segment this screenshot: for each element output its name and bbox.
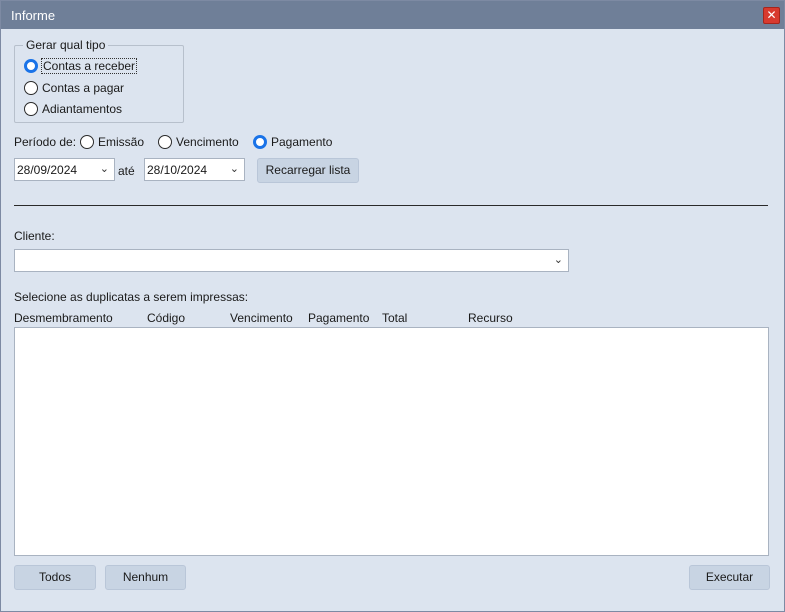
window-title: Informe <box>11 8 56 23</box>
periodo-label: Período de: <box>14 135 77 149</box>
col-header-vencimento[interactable]: Vencimento <box>230 311 293 325</box>
radio-vencimento[interactable]: Vencimento <box>158 134 239 150</box>
chevron-down-icon[interactable]: ⌄ <box>554 253 563 266</box>
radio-vencimento-indicator[interactable] <box>158 135 172 149</box>
radio-vencimento-label[interactable]: Vencimento <box>176 135 239 149</box>
duplicatas-label: Selecione as duplicatas a serem impressa… <box>14 290 249 304</box>
todos-button[interactable]: Todos <box>14 565 96 590</box>
radio-emissao-indicator[interactable] <box>80 135 94 149</box>
chevron-down-icon[interactable]: ⌄ <box>100 162 109 175</box>
radio-emissao-label[interactable]: Emissão <box>98 135 144 149</box>
duplicatas-list[interactable] <box>14 327 769 556</box>
radio-adiantamentos-indicator[interactable] <box>24 102 38 116</box>
radio-emissao[interactable]: Emissão <box>80 134 144 150</box>
ate-label: até <box>118 164 135 178</box>
radio-contas-receber[interactable]: Contas a receber <box>24 58 138 74</box>
radio-adiantamentos-label[interactable]: Adiantamentos <box>42 102 122 116</box>
date-from-picker[interactable]: 28/09/2024 ⌄ <box>14 158 115 181</box>
radio-pagamento-label[interactable]: Pagamento <box>271 135 332 149</box>
col-header-total[interactable]: Total <box>382 311 407 325</box>
date-from-value[interactable]: 28/09/2024 <box>17 163 77 177</box>
radio-contas-pagar-label[interactable]: Contas a pagar <box>42 81 124 95</box>
date-to-value[interactable]: 28/10/2024 <box>147 163 207 177</box>
informe-window: Informe ✕ Gerar qual tipo Contas a receb… <box>0 0 785 612</box>
radio-contas-pagar[interactable]: Contas a pagar <box>24 80 124 96</box>
col-header-codigo[interactable]: Código <box>147 311 185 325</box>
separator-line <box>14 205 768 206</box>
col-header-desmembramento[interactable]: Desmembramento <box>14 311 113 325</box>
date-to-picker[interactable]: 28/10/2024 ⌄ <box>144 158 245 181</box>
chevron-down-icon[interactable]: ⌄ <box>230 162 239 175</box>
radio-adiantamentos[interactable]: Adiantamentos <box>24 101 122 117</box>
radio-contas-receber-label[interactable]: Contas a receber <box>40 58 138 74</box>
title-bar: Informe ✕ <box>1 1 784 29</box>
radio-contas-pagar-indicator[interactable] <box>24 81 38 95</box>
radio-pagamento-indicator[interactable] <box>253 135 267 149</box>
cliente-label: Cliente: <box>14 229 55 243</box>
report-type-legend: Gerar qual tipo <box>23 38 109 52</box>
radio-contas-receber-indicator[interactable] <box>24 59 38 73</box>
duplicatas-header: Desmembramento Código Vencimento Pagamen… <box>14 311 768 325</box>
col-header-pagamento[interactable]: Pagamento <box>308 311 369 325</box>
nenhum-button[interactable]: Nenhum <box>105 565 186 590</box>
reload-list-button[interactable]: Recarregar lista <box>257 158 359 183</box>
cliente-combobox[interactable]: ⌄ <box>14 249 569 272</box>
executar-button[interactable]: Executar <box>689 565 770 590</box>
radio-pagamento[interactable]: Pagamento <box>253 134 332 150</box>
col-header-recurso[interactable]: Recurso <box>468 311 513 325</box>
close-icon[interactable]: ✕ <box>763 7 780 24</box>
